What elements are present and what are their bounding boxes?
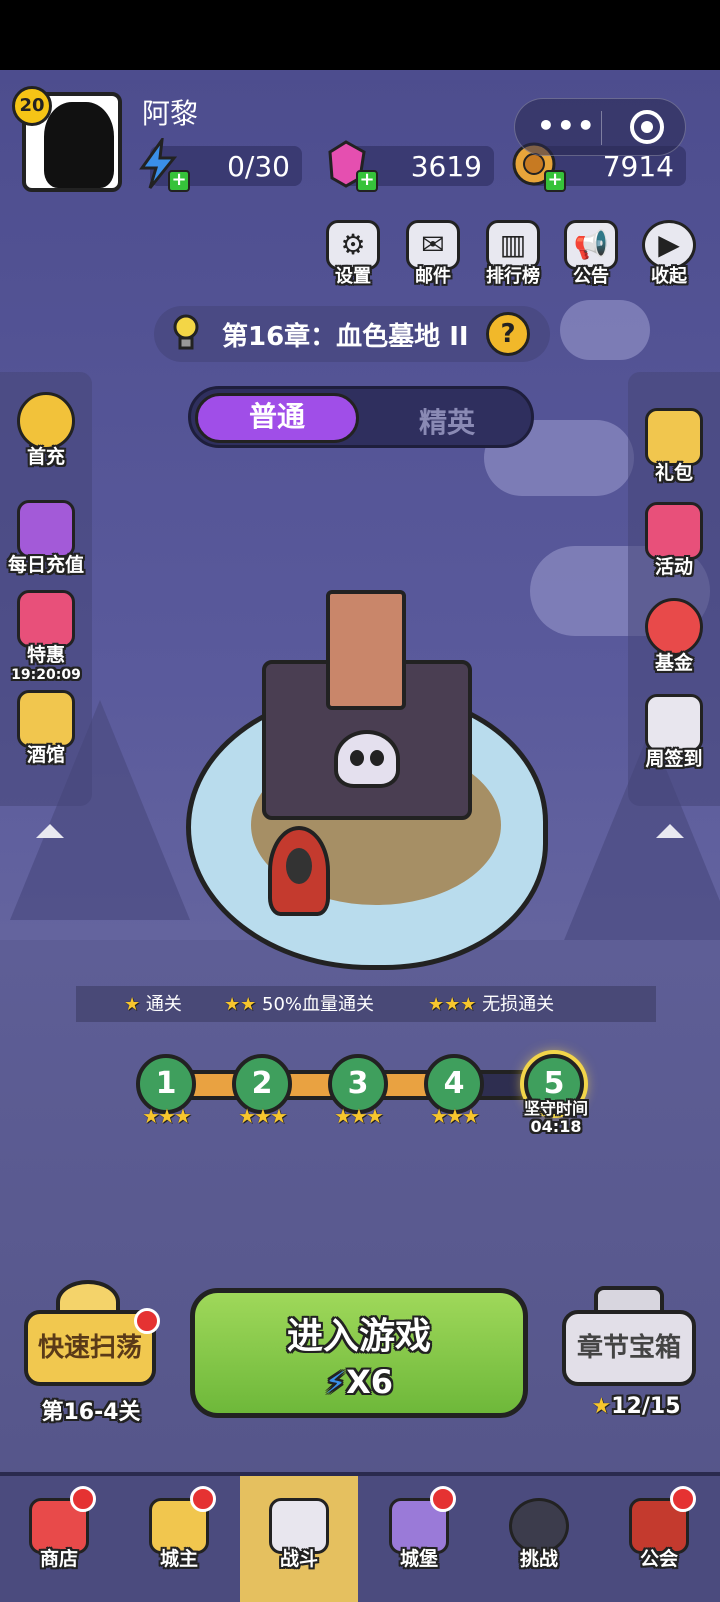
special-offer-button[interactable]: 特惠 19:20:09 bbox=[0, 590, 92, 683]
energy-bar[interactable]: + 0/30 bbox=[139, 138, 302, 192]
energy-value: 0/30 bbox=[227, 150, 290, 183]
close-miniprogram-icon[interactable] bbox=[630, 110, 664, 144]
quick-sweep-label: 快速扫荡 bbox=[37, 1333, 142, 1363]
leaderboard-button[interactable]: ▥ 排行榜 bbox=[482, 220, 544, 290]
nav-lord-dot bbox=[190, 1486, 216, 1512]
announcement-label: 公告 bbox=[573, 266, 609, 287]
mail-button[interactable]: ✉ 邮件 bbox=[402, 220, 464, 290]
lightbulb-icon bbox=[173, 314, 199, 350]
nav-challenge[interactable]: 挑战 bbox=[480, 1476, 598, 1602]
leaderboard-label: 排行榜 bbox=[486, 266, 540, 287]
add-coins-button[interactable]: + bbox=[544, 170, 566, 192]
nav-lord-label: 城主 bbox=[159, 1548, 198, 1570]
gift-pack-label: 礼包 bbox=[654, 462, 693, 484]
stage-2-stars: ★★★ bbox=[238, 1104, 288, 1128]
enter-game-button[interactable]: 进入游戏 ⚡X6 bbox=[190, 1288, 528, 1418]
special-offer-label: 特惠 bbox=[26, 644, 65, 666]
announcement-button[interactable]: 📢 公告 bbox=[560, 220, 622, 290]
goal-no-damage: ★★★ 无损通关 bbox=[428, 994, 555, 1015]
settings-label: 设置 bbox=[335, 266, 371, 287]
daily-recharge-label: 每日充值 bbox=[7, 554, 84, 576]
add-energy-button[interactable]: + bbox=[168, 170, 190, 192]
more-icon[interactable]: ••• bbox=[537, 109, 597, 142]
tab-elite[interactable]: 精英 bbox=[387, 401, 507, 441]
first-recharge-label: 首充 bbox=[26, 446, 65, 468]
nav-castle-dot bbox=[430, 1486, 456, 1512]
miniprogram-capsule: ••• bbox=[514, 98, 686, 156]
bottom-nav: 商店 城主 战斗 城堡 挑战 公会 bbox=[0, 1472, 720, 1602]
lightning-icon: ⚡ bbox=[324, 1366, 347, 1401]
nav-castle[interactable]: 城堡 bbox=[360, 1476, 478, 1602]
sweep-notification-dot bbox=[134, 1308, 160, 1334]
nav-shop[interactable]: 商店 bbox=[0, 1476, 118, 1602]
chapter-chest-label: 章节宝箱 bbox=[576, 1333, 681, 1363]
ground bbox=[0, 940, 720, 1540]
stage-1-stars: ★★★ bbox=[142, 1104, 192, 1128]
tavern-label: 酒馆 bbox=[26, 744, 65, 766]
fortress-illustration bbox=[262, 590, 472, 840]
nav-guild-dot bbox=[670, 1486, 696, 1512]
settings-button[interactable]: ⚙ 设置 bbox=[322, 220, 384, 290]
gems-value: 3619 bbox=[410, 150, 482, 183]
fund-label: 基金 bbox=[654, 652, 693, 674]
chest-progress: ★12/15 bbox=[591, 1394, 681, 1419]
nav-guild-label: 公会 bbox=[639, 1548, 678, 1570]
goal-clear: ★ 通关 bbox=[124, 994, 182, 1015]
sweep-stage-label: 第16-4关 bbox=[41, 1400, 141, 1425]
nav-battle-label: 战斗 bbox=[279, 1548, 318, 1570]
tab-normal[interactable]: 普通 bbox=[195, 393, 359, 443]
cloud bbox=[560, 300, 650, 360]
star-icon: ★ bbox=[591, 1394, 612, 1419]
player-name: 阿黎 bbox=[142, 97, 199, 130]
nav-castle-label: 城堡 bbox=[399, 1548, 438, 1570]
difficulty-toggle: 普通 精英 bbox=[188, 386, 534, 448]
weekly-checkin-label: 周签到 bbox=[645, 748, 703, 770]
events-label: 活动 bbox=[654, 556, 693, 578]
events-button[interactable]: 活动 bbox=[628, 502, 720, 579]
nav-guild[interactable]: 公会 bbox=[600, 1476, 718, 1602]
player-level-badge: 20 bbox=[12, 86, 52, 126]
nav-challenge-label: 挑战 bbox=[519, 1548, 558, 1570]
collapse-label: 收起 bbox=[651, 266, 687, 287]
enter-cost: ⚡X6 bbox=[324, 1363, 393, 1401]
chapter-bar: 第16章：血色墓地 II ? bbox=[154, 306, 550, 362]
boss-mode-label: 坚守时间 bbox=[523, 1099, 588, 1118]
special-offer-timer: 19:20:09 bbox=[11, 667, 81, 683]
goal-half-hp: ★★ 50%血量通关 bbox=[224, 994, 375, 1015]
enter-game-label: 进入游戏 bbox=[286, 1316, 431, 1357]
gift-pack-button[interactable]: 礼包 bbox=[628, 408, 720, 485]
nav-shop-label: 商店 bbox=[39, 1548, 78, 1570]
stage-3-stars: ★★★ bbox=[334, 1104, 384, 1128]
left-collapse-caret-icon[interactable] bbox=[36, 824, 64, 838]
weekly-checkin-button[interactable]: 周签到 bbox=[628, 694, 720, 771]
nav-battle[interactable]: 战斗 bbox=[240, 1476, 358, 1602]
collapse-button[interactable]: ▶ 收起 bbox=[638, 220, 700, 290]
nav-lord[interactable]: 城主 bbox=[120, 1476, 238, 1602]
chapter-title: 第16章：血色墓地 II bbox=[222, 322, 469, 352]
right-collapse-caret-icon[interactable] bbox=[656, 824, 684, 838]
daily-recharge-button[interactable]: 每日充值 bbox=[0, 500, 92, 577]
fund-button[interactable]: 基金 bbox=[628, 598, 720, 675]
right-side-panel: 礼包 活动 基金 周签到 bbox=[628, 372, 720, 806]
hooded-hero-sprite bbox=[268, 826, 330, 916]
boss-timer: 04:18 bbox=[530, 1117, 582, 1136]
first-recharge-button[interactable]: 首充 bbox=[0, 392, 92, 469]
stage-4-stars: ★★★ bbox=[430, 1104, 480, 1128]
left-side-panel: 首充 每日充值 特惠 19:20:09 酒馆 bbox=[0, 372, 92, 806]
help-icon[interactable]: ? bbox=[486, 312, 530, 356]
nav-shop-dot bbox=[70, 1486, 96, 1512]
add-gems-button[interactable]: + bbox=[356, 170, 378, 192]
boss-stage-info: 坚守时间 04:18 bbox=[516, 1100, 596, 1136]
chapter-chest-button[interactable]: 章节宝箱 bbox=[562, 1310, 696, 1386]
skull-icon bbox=[334, 730, 400, 788]
tavern-button[interactable]: 酒馆 bbox=[0, 690, 92, 767]
star-goals: ★ 通关 ★★ 50%血量通关 ★★★ 无损通关 bbox=[76, 986, 656, 1022]
gems-bar[interactable]: + 3619 bbox=[328, 140, 494, 192]
mail-label: 邮件 bbox=[415, 266, 451, 287]
